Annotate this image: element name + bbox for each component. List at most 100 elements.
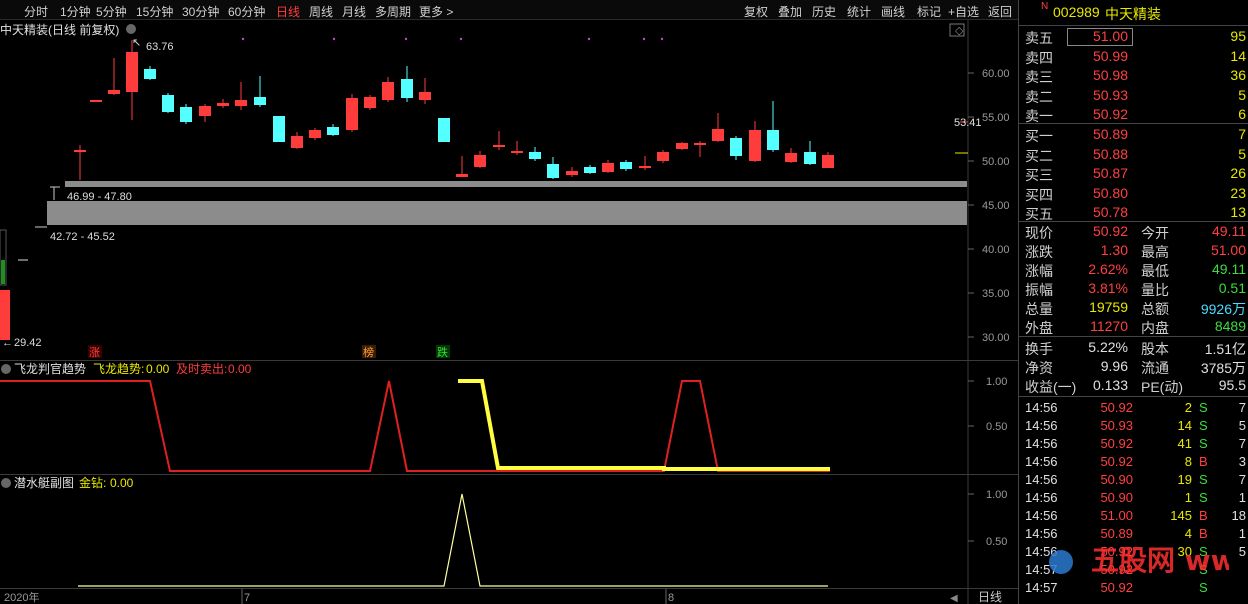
period-label: 日线: [978, 590, 1002, 604]
tick-time: 14:56: [1025, 400, 1058, 415]
indicator1-param1-value: 0.00: [146, 362, 170, 376]
quote-value: 11270: [1090, 318, 1128, 334]
history-button[interactable]: 历史: [812, 3, 836, 20]
period-tab-multi[interactable]: 多周期: [375, 3, 411, 20]
draw-line-button[interactable]: 画线: [881, 3, 905, 20]
tick-time: 14:56: [1025, 454, 1058, 469]
marker-dot: [241, 37, 245, 41]
highlighted-ask: [1067, 28, 1133, 46]
current-price-tag: 53.41: [954, 117, 982, 129]
tick-price: 50.90: [1100, 472, 1133, 487]
bid-volume: 7: [1238, 126, 1246, 142]
candle-body: [639, 166, 651, 168]
main-ytick: 55.00: [982, 112, 1010, 124]
marker-dot: [459, 37, 463, 41]
add-favorite-button[interactable]: +自选: [948, 3, 979, 20]
stock-name: 中天精装: [1105, 6, 1161, 22]
period-toolbar: 分时 1分钟 5分钟 15分钟 30分钟 60分钟 日线 周线 月线 多周期 更…: [0, 0, 1018, 20]
fundamental-label: 流通: [1141, 360, 1169, 376]
tick-time: 14:56: [1025, 472, 1058, 487]
period-tab-5min[interactable]: 5分钟: [96, 3, 127, 20]
period-tab-15min[interactable]: 15分钟: [136, 3, 173, 20]
kline-chart[interactable]: 中天精装(日线 前复权) ◇ 46.99 - 47.80 42.72 - 45.…: [0, 20, 1018, 604]
ask-price: 50.98: [1092, 67, 1128, 84]
ask-label: 卖二: [1025, 88, 1053, 105]
x-axis-month-7: 7: [244, 592, 250, 604]
quote-label: 总量: [1025, 301, 1053, 317]
period-tab-daily[interactable]: 日线: [276, 3, 300, 20]
tick-side: S: [1199, 436, 1208, 451]
tick-time: 14:56: [1025, 526, 1058, 541]
quote-value: 0.51: [1218, 280, 1246, 296]
stats-button[interactable]: 统计: [847, 3, 871, 20]
candle-body: [217, 103, 229, 106]
marker-dot: [587, 37, 591, 41]
x-axis-start: 2020年: [4, 590, 39, 604]
tick-time: 14:56: [1025, 508, 1058, 523]
fundamental-label: PE(动): [1141, 379, 1183, 395]
tick-volume: 2: [1184, 400, 1192, 415]
candle-body: [235, 100, 247, 106]
tick-volume: 1: [1184, 490, 1192, 505]
quote-value: 1.30: [1100, 242, 1128, 258]
candle-body: [712, 129, 724, 141]
chart-title: 中天精装(日线 前复权): [0, 22, 119, 37]
diamond-icon[interactable]: ◇: [955, 25, 964, 37]
tick-volume: 14: [1177, 418, 1192, 433]
period-tab-fenshi[interactable]: 分时: [24, 3, 48, 20]
fundamental-label: 换手: [1025, 341, 1053, 357]
fundamental-label: 收益(一): [1025, 379, 1077, 395]
tick-price: 50.89: [1100, 526, 1133, 541]
ask-volume: 5: [1238, 86, 1246, 103]
candle-body: [382, 82, 394, 100]
chevron-down-icon[interactable]: [126, 24, 136, 34]
candle-body: [620, 162, 632, 169]
candle-body: [456, 174, 468, 177]
fundamental-label: 股本: [1141, 341, 1169, 357]
back-button[interactable]: 返回: [988, 3, 1012, 20]
candle-body: [309, 130, 321, 138]
x-axis-month-8: 8: [668, 592, 674, 604]
restore-rights-button[interactable]: 复权: [744, 3, 768, 20]
golden-diamond-line: [78, 493, 828, 587]
marker-dot: [404, 37, 408, 41]
quote-label: 今开: [1141, 225, 1169, 241]
support-zone-2: [47, 201, 967, 225]
new-stock-flag: N: [1041, 1, 1049, 12]
candle-body: [199, 106, 211, 116]
mark-button[interactable]: 标记: [917, 3, 941, 20]
period-tab-monthly[interactable]: 月线: [342, 3, 366, 20]
ind2-ytick-1: 1.00: [986, 489, 1007, 501]
overlay-button[interactable]: 叠加: [778, 3, 802, 20]
chevron-down-icon[interactable]: [1, 478, 11, 488]
main-ytick: 45.00: [982, 200, 1010, 212]
candle-body: [291, 136, 303, 148]
quote-label: 振幅: [1025, 282, 1053, 298]
candle-body: [511, 151, 523, 153]
fundamental-value: 9.96: [1100, 358, 1128, 374]
chevron-down-icon[interactable]: [1, 364, 11, 374]
quote-label: 涨幅: [1025, 263, 1053, 279]
quote-value: 9926万: [1200, 301, 1246, 317]
marker-dot: [332, 37, 336, 41]
period-tab-30min[interactable]: 30分钟: [182, 3, 219, 20]
triangle-left-icon[interactable]: ◀: [950, 593, 958, 604]
tick-count: 3: [1238, 454, 1246, 469]
period-tab-60min[interactable]: 60分钟: [228, 3, 265, 20]
ask-volume: 36: [1230, 67, 1246, 84]
candle-body: [162, 95, 174, 112]
more-button[interactable]: 更多 >: [419, 3, 453, 20]
tick-price: 50.92: [1100, 454, 1133, 469]
tick-count: 18: [1231, 508, 1246, 523]
fundamental-value: 3785万: [1200, 360, 1246, 376]
watermark-text: 五股网 www.201082.com: [1091, 544, 1229, 577]
tick-volume: 8: [1184, 454, 1192, 469]
quote-value: 49.11: [1212, 223, 1246, 239]
bid-price: 50.78: [1092, 204, 1128, 221]
period-tab-weekly[interactable]: 周线: [309, 3, 333, 20]
tick-count: 7: [1238, 436, 1246, 451]
candle-body: [144, 69, 156, 79]
candle-body: [474, 155, 486, 167]
period-tab-1min[interactable]: 1分钟: [60, 3, 91, 20]
candle-body: [254, 97, 266, 105]
